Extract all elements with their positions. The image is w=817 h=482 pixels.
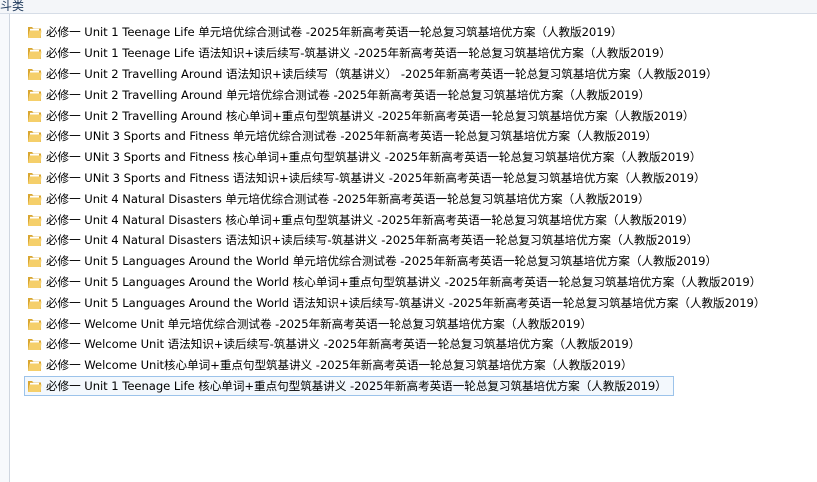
folder-name: 必修一 Unit 4 Natural Disasters 语法知识+读后续写-筑… — [46, 233, 698, 248]
folder-item[interactable]: 必修一 Unit 1 Teenage Life 语法知识+读后续写-筑基讲义 -… — [24, 43, 678, 64]
folder-icon — [28, 131, 42, 143]
column-header-label[interactable]: 斗类 — [0, 0, 24, 14]
folder-item[interactable]: 必修一 Unit 4 Natural Disasters 单元培优综合测试卷 -… — [24, 188, 657, 209]
folder-item[interactable]: 必修一 Unit 5 Languages Around the World 单元… — [24, 251, 724, 272]
folder-icon — [28, 276, 42, 288]
folder-name: 必修一 Unit 5 Languages Around the World 核心… — [46, 274, 762, 289]
folder-name: 必修一 Welcome Unit 单元培优综合测试卷 -2025年新高考英语一轮… — [46, 316, 592, 331]
pane-divider[interactable] — [9, 14, 10, 482]
folder-icon — [28, 152, 42, 164]
folder-name: 必修一 Unit 4 Natural Disasters 单元培优综合测试卷 -… — [46, 191, 650, 206]
folder-name: 必修一 Unit 5 Languages Around the World 单元… — [46, 254, 717, 269]
folder-icon — [28, 339, 42, 351]
folder-item[interactable]: 必修一 Unit 1 Teenage Life 核心单词+重点句型筑基讲义 -2… — [24, 375, 674, 397]
folder-item[interactable]: 必修一 Unit 1 Teenage Life 单元培优综合测试卷 -2025年… — [24, 22, 629, 43]
folder-icon — [28, 68, 42, 80]
folder-item[interactable]: 必修一 Welcome Unit 语法知识+读后续写-筑基讲义 -2025年新高… — [24, 334, 647, 355]
folder-name: 必修一 Unit 4 Natural Disasters 核心单词+重点句型筑基… — [46, 212, 694, 227]
folder-icon — [28, 48, 42, 60]
folder-item[interactable]: 必修一 Unit 2 Travelling Around 单元培优综合测试卷 -… — [24, 84, 657, 105]
folder-item[interactable]: 必修一 UNit 3 Sports and Fitness 核心单词+重点句型筑… — [24, 147, 708, 168]
folder-icon — [28, 297, 42, 309]
folder-icon — [28, 89, 42, 101]
folder-name: 必修一 Welcome Unit核心单词+重点句型筑基讲义 -2025年新高考英… — [46, 358, 633, 373]
folder-icon — [28, 360, 42, 372]
folder-item[interactable]: 必修一 Welcome Unit核心单词+重点句型筑基讲义 -2025年新高考英… — [24, 355, 640, 376]
folder-icon — [28, 318, 42, 330]
navigation-pane[interactable] — [0, 14, 9, 482]
folder-item[interactable]: 必修一 Unit 4 Natural Disasters 核心单词+重点句型筑基… — [24, 209, 701, 230]
folder-icon — [28, 256, 42, 268]
folder-icon — [28, 193, 42, 205]
folder-item[interactable]: 必修一 UNit 3 Sports and Fitness 语法知识+读后续写-… — [24, 168, 713, 189]
folder-name: 必修一 Unit 1 Teenage Life 语法知识+读后续写-筑基讲义 -… — [46, 46, 671, 61]
file-list: 必修一 Unit 1 Teenage Life 单元培优综合测试卷 -2025年… — [24, 22, 814, 397]
folder-icon — [28, 235, 42, 247]
folder-name: 必修一 Unit 2 Travelling Around 单元培优综合测试卷 -… — [46, 87, 651, 102]
folder-name: 必修一 UNit 3 Sports and Fitness 核心单词+重点句型筑… — [46, 150, 702, 165]
folder-icon — [28, 27, 42, 39]
folder-name: 必修一 UNit 3 Sports and Fitness 单元培优综合测试卷 … — [46, 129, 658, 144]
folder-name: 必修一 Welcome Unit 语法知识+读后续写-筑基讲义 -2025年新高… — [46, 337, 641, 352]
folder-name: 必修一 Unit 2 Travelling Around 语法知识+读后续写（筑… — [46, 66, 718, 81]
folder-item[interactable]: 必修一 UNit 3 Sports and Fitness 单元培优综合测试卷 … — [24, 126, 664, 147]
folder-item[interactable]: 必修一 Unit 2 Travelling Around 核心单词+重点句型筑基… — [24, 105, 701, 126]
explorer-window: 斗类 必修一 Unit 1 Teenage Life 单元培优综合测试卷 -20… — [0, 0, 817, 482]
folder-item[interactable]: 必修一 Unit 5 Languages Around the World 语法… — [24, 292, 772, 313]
folder-icon — [28, 110, 42, 122]
folder-icon — [28, 172, 42, 184]
folder-name: 必修一 Unit 5 Languages Around the World 语法… — [46, 295, 766, 310]
folder-name: 必修一 Unit 1 Teenage Life 核心单词+重点句型筑基讲义 -2… — [46, 378, 667, 393]
folder-item[interactable]: 必修一 Unit 2 Travelling Around 语法知识+读后续写（筑… — [24, 64, 725, 85]
folder-name: 必修一 UNit 3 Sports and Fitness 语法知识+读后续写-… — [46, 170, 706, 185]
folder-name: 必修一 Unit 1 Teenage Life 单元培优综合测试卷 -2025年… — [46, 25, 623, 40]
folder-name: 必修一 Unit 2 Travelling Around 核心单词+重点句型筑基… — [46, 108, 695, 123]
column-header-bar[interactable]: 斗类 — [0, 0, 817, 14]
folder-icon — [28, 380, 42, 392]
folder-item[interactable]: 必修一 Unit 4 Natural Disasters 语法知识+读后续写-筑… — [24, 230, 705, 251]
folder-item[interactable]: 必修一 Unit 5 Languages Around the World 核心… — [24, 272, 768, 293]
folder-item[interactable]: 必修一 Welcome Unit 单元培优综合测试卷 -2025年新高考英语一轮… — [24, 313, 599, 334]
folder-icon — [28, 214, 42, 226]
